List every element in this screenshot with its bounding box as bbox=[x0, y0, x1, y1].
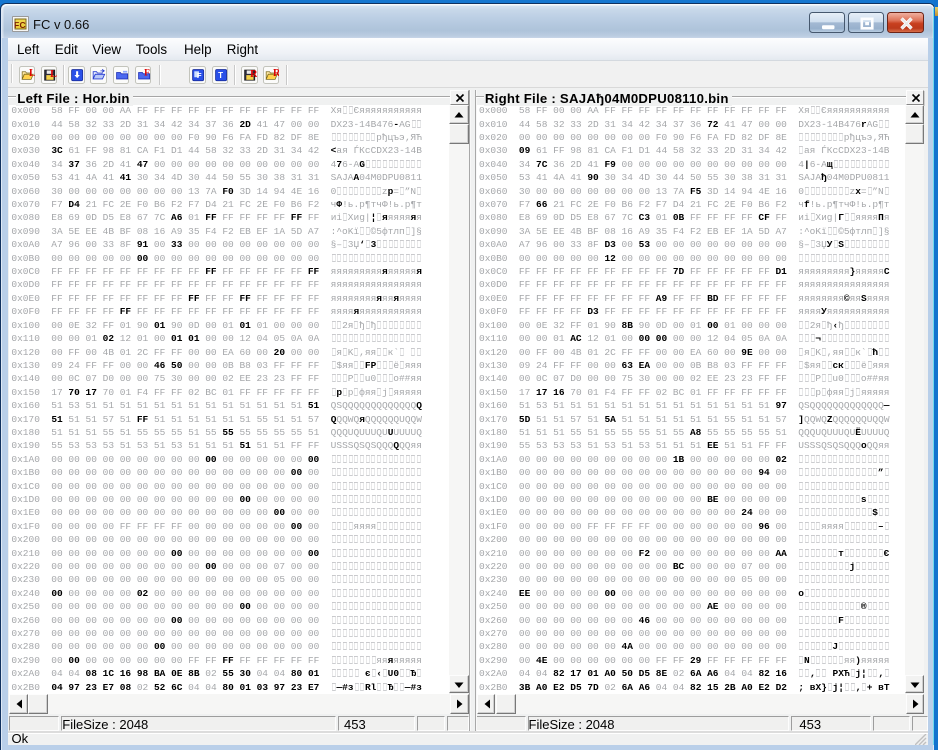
svg-text:T: T bbox=[218, 71, 223, 80]
svg-text:L: L bbox=[29, 68, 35, 79]
svg-text:L: L bbox=[50, 68, 57, 79]
svg-text:F: F bbox=[144, 68, 150, 78]
svg-text:R: R bbox=[250, 68, 257, 79]
svg-text:F: F bbox=[197, 71, 202, 80]
svg-text:R: R bbox=[273, 68, 279, 79]
